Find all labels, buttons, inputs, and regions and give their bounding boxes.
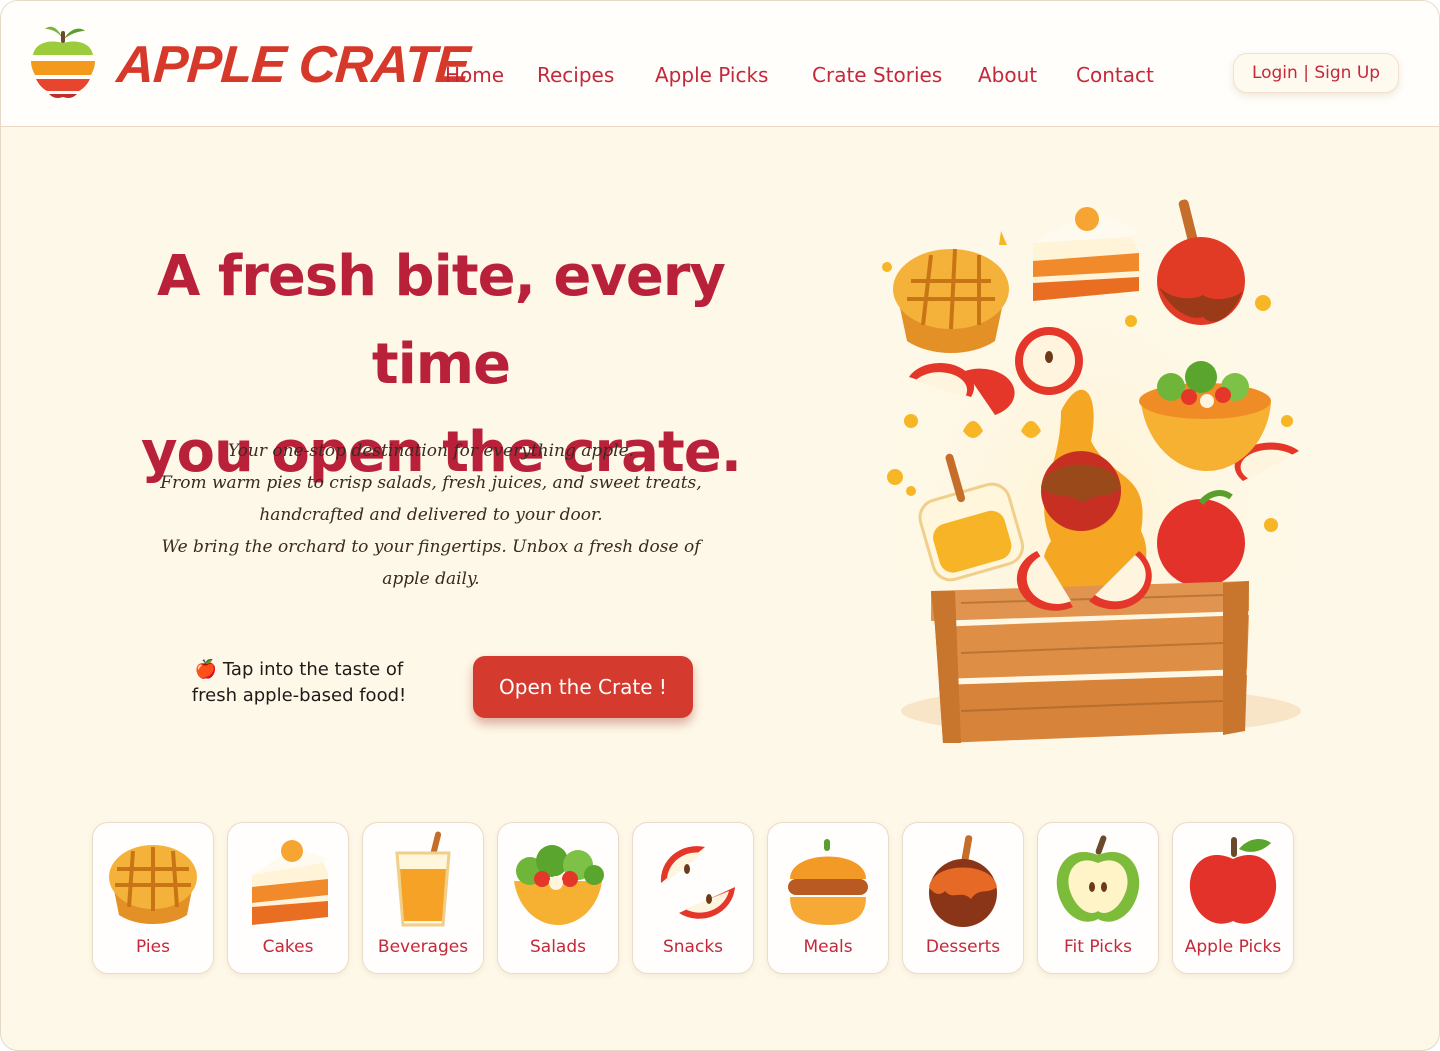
nav-contact[interactable]: Contact [1076, 63, 1154, 87]
hero-description: Your one-stop destination for everything… [131, 435, 731, 595]
category-card-salads[interactable]: Salads [497, 822, 619, 974]
category-label: Cakes [262, 937, 314, 957]
tap-tagline-line-2: fresh apple-based food! [191, 685, 407, 706]
nav-about[interactable]: About [978, 63, 1037, 87]
hero-desc-line: handcrafted and delivered to your door. [259, 505, 603, 525]
hero-desc-line: From warm pies to crisp salads, fresh ju… [160, 473, 702, 493]
category-card-beverages[interactable]: Beverages [362, 822, 484, 974]
pie-illustration [893, 248, 1009, 353]
category-label: Fit Picks [1064, 937, 1132, 957]
red-apple-icon [1189, 837, 1277, 924]
hero-desc-line: apple daily. [382, 569, 480, 589]
category-label: Pies [136, 937, 170, 957]
green-apple-icon [1056, 835, 1140, 922]
brand-name[interactable]: APPLE CRATE [115, 35, 471, 95]
cake-icon [252, 840, 328, 925]
category-card-fit-picks[interactable]: Fit Picks [1037, 822, 1159, 974]
site-header: APPLE CRATE Home Recipes Apple Picks Cra… [1, 1, 1439, 127]
nav-recipes[interactable]: Recipes [537, 63, 614, 87]
nav-crate-stories[interactable]: Crate Stories [812, 63, 942, 87]
cake-slice-illustration [1033, 207, 1139, 301]
category-label: Desserts [925, 937, 1001, 957]
login-signup-button[interactable]: Login | Sign Up [1233, 53, 1399, 93]
caramel-apple-illustration [1157, 199, 1245, 325]
hero-desc-line: We bring the orchard to your fingertips.… [161, 537, 701, 557]
juice-icon [395, 831, 451, 927]
category-card-pies[interactable]: Pies [92, 822, 214, 974]
page-frame: APPLE CRATE Home Recipes Apple Picks Cra… [0, 0, 1440, 1051]
category-card-snacks[interactable]: Snacks [632, 822, 754, 974]
category-label: Beverages [377, 937, 469, 957]
salad-icon [514, 845, 604, 925]
hero-title-line-1: A fresh bite, every time [157, 244, 726, 397]
pie-icon [109, 845, 197, 924]
tap-tagline: 🍎 Tap into the taste of fresh apple-base… [161, 657, 437, 709]
apple-logo-icon[interactable] [27, 21, 99, 101]
caramel-apple-mid-illustration [1041, 451, 1121, 531]
category-label: Apple Picks [1184, 937, 1282, 957]
category-card-apple-picks[interactable]: Apple Picks [1172, 822, 1294, 974]
tap-tagline-line-1: 🍎 Tap into the taste of [194, 659, 404, 680]
category-card-desserts[interactable]: Desserts [902, 822, 1024, 974]
apple-slices-icon [660, 846, 735, 919]
category-list: Pies Cakes Beverages Salads Snacks Meals… [92, 822, 1302, 974]
hero-desc-line: Your one-stop destination for everything… [227, 441, 635, 461]
nav-home[interactable]: Home [445, 63, 504, 87]
category-label: Snacks [662, 937, 724, 957]
open-crate-button[interactable]: Open the Crate ! [473, 656, 693, 718]
burger-icon [788, 839, 868, 925]
apple-crate-illustration [851, 199, 1331, 781]
category-card-meals[interactable]: Meals [767, 822, 889, 974]
nav-apple-picks[interactable]: Apple Picks [655, 63, 768, 87]
category-card-cakes[interactable]: Cakes [227, 822, 349, 974]
category-label: Salads [530, 937, 586, 957]
caramel-apple-icon [929, 835, 997, 927]
category-label: Meals [803, 937, 853, 957]
